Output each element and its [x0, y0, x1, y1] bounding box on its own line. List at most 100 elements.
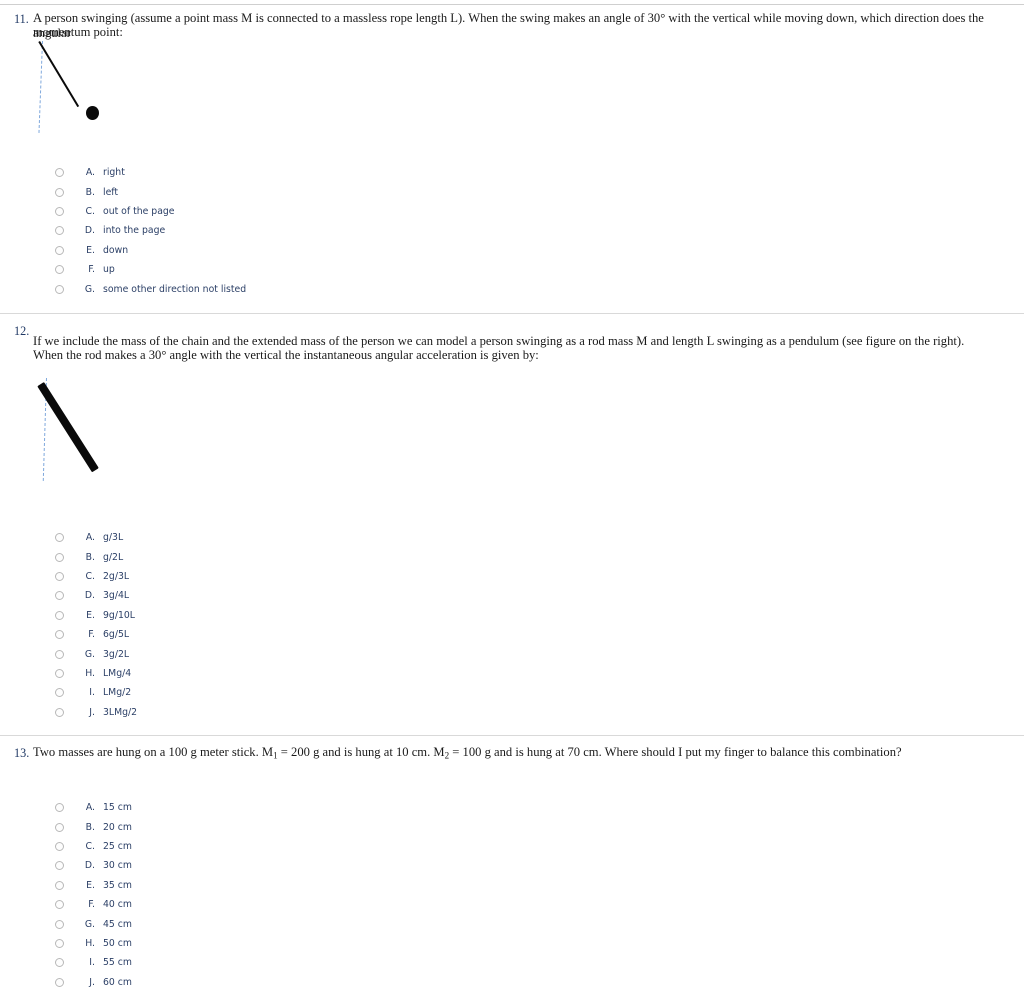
question-11: 11. A person swinging (assume a point ma… [0, 0, 1024, 295]
option-row[interactable]: F. 6g/5L [0, 625, 137, 644]
option-label: 6g/5L [103, 629, 130, 641]
radio-button-icon[interactable] [55, 958, 64, 968]
radio-button-icon[interactable] [55, 206, 64, 216]
radio-button-icon[interactable] [55, 938, 64, 948]
radio-button-icon[interactable] [55, 707, 64, 717]
question-divider [0, 313, 1024, 314]
option-row[interactable]: B. 20 cm [0, 817, 132, 836]
option-label: 2g/3L [103, 570, 130, 582]
option-row[interactable]: D. 3g/4L [0, 586, 137, 605]
radio-button-icon[interactable] [55, 822, 64, 832]
option-letter: I. [89, 957, 95, 969]
option-label: g/3L [103, 532, 124, 544]
option-row[interactable]: H. 50 cm [0, 934, 132, 953]
radio-button-icon[interactable] [55, 571, 64, 581]
radio-button-icon[interactable] [55, 861, 64, 871]
radio-button-icon[interactable] [55, 919, 64, 929]
option-letter: D. [84, 860, 95, 872]
option-label: 20 cm [103, 821, 132, 833]
option-label: 35 cm [103, 879, 132, 891]
radio-button-icon[interactable] [55, 610, 64, 620]
question-13-text-block: 13. Two masses are hung on a 100 g meter… [0, 744, 1024, 764]
option-row[interactable]: I. LMg/2 [0, 683, 137, 702]
option-row[interactable]: D. 30 cm [0, 856, 132, 875]
option-row[interactable]: B. g/2L [0, 547, 137, 566]
option-row[interactable]: D. into the page [0, 221, 246, 240]
option-row[interactable]: E. 9g/10L [0, 606, 137, 625]
option-row[interactable]: C. out of the page [0, 202, 246, 221]
option-letter: F. [88, 629, 95, 641]
option-letter: F. [88, 264, 95, 276]
option-row[interactable]: A. g/3L [0, 528, 137, 547]
option-row[interactable]: A. 15 cm [0, 798, 132, 817]
radio-button-icon[interactable] [55, 977, 64, 987]
radio-button-icon[interactable] [55, 803, 64, 813]
radio-button-icon[interactable] [55, 245, 64, 255]
pendulum-point-mass-bob [86, 106, 99, 120]
option-row[interactable]: B. left [0, 182, 246, 201]
option-row[interactable]: A. right [0, 163, 246, 182]
option-label: 9g/10L [103, 609, 135, 621]
option-label: LMg/4 [103, 667, 132, 679]
option-row[interactable]: F. 40 cm [0, 895, 132, 914]
q13-part-a: Two masses are hung on a 100 g meter sti… [33, 745, 274, 759]
vertical-reference-dashed-line [38, 40, 43, 133]
question-12-text-block: 12. If we include the mass of the chain … [0, 320, 1024, 365]
option-row[interactable]: I. 55 cm [0, 953, 132, 972]
option-row[interactable]: E. down [0, 241, 246, 260]
radio-button-icon[interactable] [55, 880, 64, 890]
option-row[interactable]: J. 3LMg/2 [0, 703, 137, 722]
radio-button-icon[interactable] [55, 533, 64, 543]
question-12-options: A. g/3L B. g/2L C. 2g/3L D. 3g/4L E. 9g/… [0, 528, 137, 722]
option-row[interactable]: C. 2g/3L [0, 567, 137, 586]
option-letter: C. [85, 570, 95, 582]
question-13: 13. Two masses are hung on a 100 g meter… [0, 744, 1024, 988]
radio-button-icon[interactable] [55, 226, 64, 236]
option-letter: F. [88, 899, 95, 911]
option-label: some other direction not listed [103, 283, 247, 295]
point-mass-pendulum-diagram [0, 0, 200, 150]
radio-button-icon[interactable] [55, 591, 64, 601]
radio-button-icon[interactable] [55, 841, 64, 851]
option-letter: D. [84, 590, 95, 602]
option-label: out of the page [103, 205, 175, 217]
option-letter: G. [84, 918, 95, 930]
option-row[interactable]: H. LMg/4 [0, 664, 137, 683]
option-label: 60 cm [103, 976, 132, 988]
radio-button-icon[interactable] [55, 900, 64, 910]
option-label: 3LMg/2 [103, 706, 138, 718]
radio-button-icon[interactable] [55, 649, 64, 659]
option-label: down [103, 244, 129, 256]
radio-button-icon[interactable] [55, 630, 64, 640]
radio-button-icon[interactable] [55, 265, 64, 275]
option-row[interactable]: E. 35 cm [0, 876, 132, 895]
radio-button-icon[interactable] [55, 284, 64, 294]
radio-button-icon[interactable] [55, 668, 64, 678]
option-letter: C. [85, 840, 95, 852]
option-letter: B. [85, 551, 95, 563]
question-12-text-line-2: When the rod makes a 30° angle with the … [33, 348, 539, 362]
question-divider [0, 735, 1024, 736]
option-row[interactable]: G. 3g/2L [0, 644, 137, 663]
option-row[interactable]: G. some other direction not listed [0, 279, 246, 298]
option-label: 3g/2L [103, 648, 130, 660]
option-letter: I. [89, 687, 95, 699]
option-letter: H. [85, 937, 95, 949]
option-row[interactable]: F. up [0, 260, 246, 279]
radio-button-icon[interactable] [55, 552, 64, 562]
option-letter: J. [89, 706, 95, 718]
radio-button-icon[interactable] [55, 168, 64, 178]
rod-pendulum-diagram [0, 370, 200, 500]
option-label: 15 cm [103, 802, 132, 814]
radio-button-icon[interactable] [55, 187, 64, 197]
option-letter: J. [89, 976, 95, 988]
option-letter: B. [85, 821, 95, 833]
option-label: up [103, 264, 115, 276]
option-row[interactable]: C. 25 cm [0, 837, 132, 856]
pendulum-rope [37, 41, 80, 108]
option-row[interactable]: G. 45 cm [0, 914, 132, 933]
radio-button-icon[interactable] [55, 688, 64, 698]
option-letter: A. [85, 802, 95, 814]
option-row[interactable]: J. 60 cm [0, 973, 132, 992]
question-12-number: 12. [14, 324, 30, 338]
